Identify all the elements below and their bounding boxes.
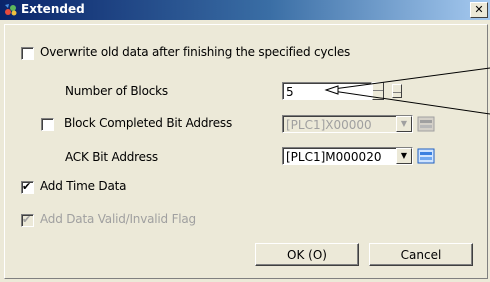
extended-dialog: Extended ✕ Overwrite old data after fini… [0, 0, 490, 282]
callout-arrow [324, 67, 490, 115]
